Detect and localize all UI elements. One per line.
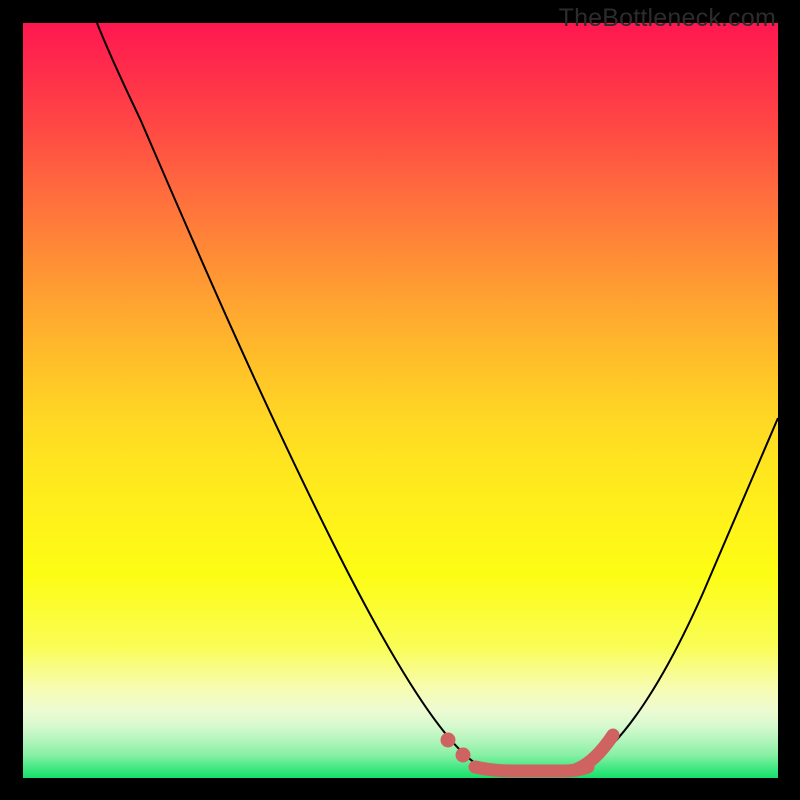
curve-right xyxy=(588,418,778,765)
watermark-text: TheBottleneck.com xyxy=(559,4,776,33)
curve-left xyxy=(97,23,478,765)
optimal-dot-2 xyxy=(456,748,471,763)
curve-layer xyxy=(23,23,778,778)
chart-container: TheBottleneck.com xyxy=(0,0,800,800)
optimal-dot-1 xyxy=(441,733,456,748)
optimal-right-thick xyxy=(575,735,613,770)
plot-area xyxy=(23,23,778,778)
